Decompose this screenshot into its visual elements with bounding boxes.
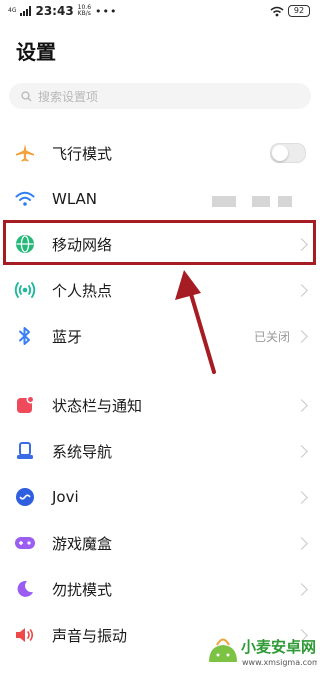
chevron-right-icon: [295, 444, 308, 458]
more-notifications-icon: •••: [95, 4, 118, 18]
setting-label: Jovi: [52, 488, 79, 506]
setting-row-jovi[interactable]: Jovi: [0, 474, 320, 520]
search-placeholder: 搜索设置项: [38, 89, 99, 104]
page-title: 设置: [16, 40, 56, 64]
setting-row-game[interactable]: 游戏魔盒: [0, 520, 320, 566]
gamepad-icon: [14, 532, 36, 554]
setting-label: WLAN: [52, 190, 98, 208]
setting-label: 系统导航: [52, 442, 113, 461]
bluetooth-icon: [14, 325, 36, 347]
status-bar: 4G 23:43 10.6 KB/s ••• 92: [0, 0, 320, 26]
setting-label: 状态栏与通知: [52, 396, 143, 415]
wifi-status-icon: [270, 6, 284, 16]
highlight-box: [3, 220, 316, 265]
setting-label: 飞行模式: [52, 144, 113, 163]
search-input[interactable]: 搜索设置项: [9, 83, 311, 109]
android-logo-icon: 小麦安卓网 www.xmsigma.com: [209, 638, 320, 667]
hotspot-icon: [14, 279, 36, 301]
signal-icon: [20, 6, 32, 16]
navigation-icon: [14, 440, 36, 462]
watermark-url: www.xmsigma.com: [242, 658, 317, 667]
jovi-icon: [14, 486, 36, 508]
network-type: 4G: [8, 7, 17, 14]
setting-row-airplane[interactable]: 飞行模式: [0, 130, 320, 176]
chevron-right-icon: [295, 398, 308, 412]
airplane-icon: [14, 142, 36, 164]
watermark-site-name: 小麦安卓网: [241, 638, 316, 656]
setting-row-dnd[interactable]: 勿扰模式: [0, 566, 320, 612]
redacted-network-name: [252, 196, 270, 207]
statusbar-icon: [14, 394, 36, 416]
setting-label: 游戏魔盒: [52, 534, 113, 553]
setting-label: 勿扰模式: [52, 580, 113, 599]
setting-label: 个人热点: [52, 281, 113, 300]
search-icon: [21, 90, 32, 102]
airplane-mode-toggle[interactable]: [270, 143, 306, 163]
redacted-network-name: [212, 196, 236, 207]
network-speed: 10.6 KB/s: [77, 4, 92, 17]
speaker-icon: [14, 624, 36, 646]
clock: 23:43: [35, 4, 74, 18]
chevron-right-icon: [295, 329, 308, 343]
moon-icon: [14, 578, 36, 600]
setting-row-bluetooth[interactable]: 蓝牙 已关闭: [0, 313, 320, 359]
battery-indicator: 92: [288, 5, 310, 17]
setting-row-navigation[interactable]: 系统导航: [0, 428, 320, 474]
chevron-right-icon: [295, 582, 308, 596]
wifi-icon: [14, 188, 36, 210]
setting-row-hotspot[interactable]: 个人热点: [0, 267, 320, 313]
setting-label: 蓝牙: [52, 327, 83, 346]
chevron-right-icon: [295, 283, 308, 297]
setting-row-statusbar[interactable]: 状态栏与通知: [0, 382, 320, 428]
bluetooth-status: 已关闭: [253, 329, 290, 344]
watermark-logo: 小麦安卓网 www.xmsigma.com: [205, 628, 320, 672]
redacted-network-name: [278, 196, 292, 207]
chevron-right-icon: [295, 490, 308, 504]
chevron-right-icon: [295, 536, 308, 550]
setting-label: 声音与振动: [52, 626, 128, 645]
toggle-knob: [272, 145, 288, 161]
setting-row-wlan[interactable]: WLAN: [0, 176, 320, 222]
